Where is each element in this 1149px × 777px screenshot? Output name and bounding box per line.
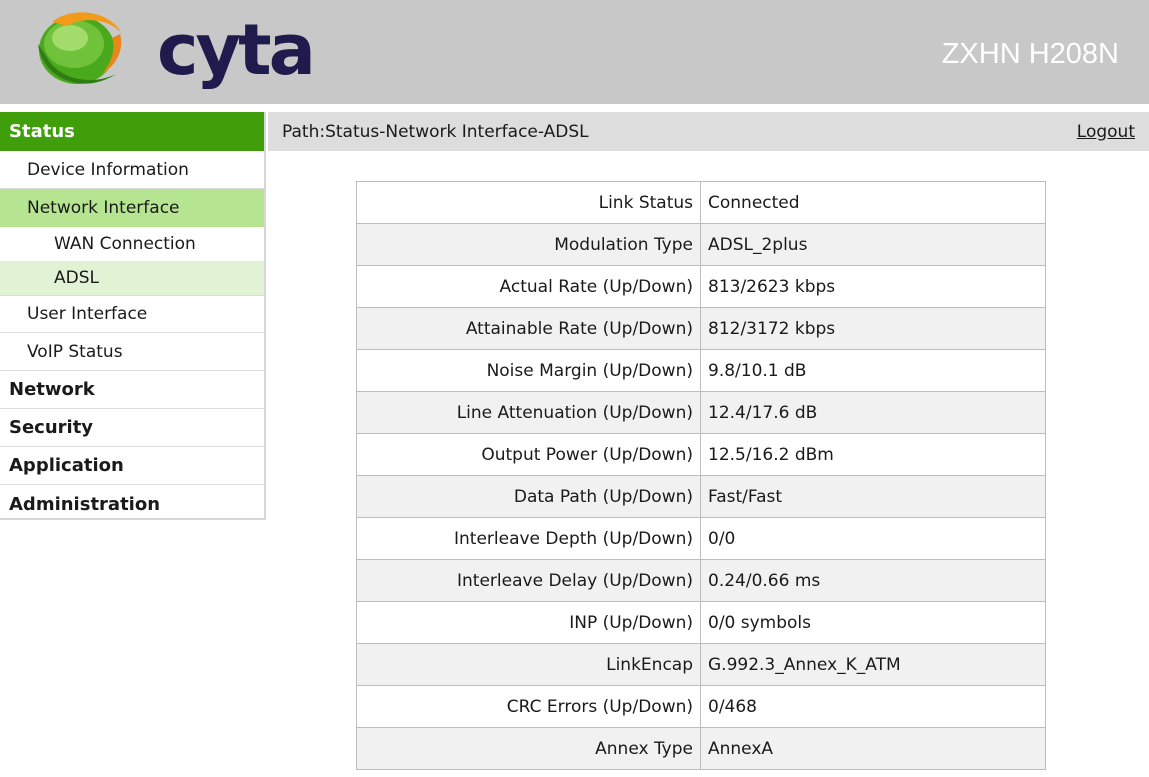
row-label: INP (Up/Down) (356, 601, 701, 644)
cyta-logo: cyta (32, 4, 316, 100)
row-label: Data Path (Up/Down) (356, 475, 701, 518)
nav-administration[interactable]: Administration (0, 485, 264, 523)
row-value: Fast/Fast (700, 475, 1046, 518)
nav-adsl[interactable]: ADSL (0, 261, 264, 295)
nav-device-information[interactable]: Device Information (0, 151, 264, 189)
row-label: Modulation Type (356, 223, 701, 266)
row-label: Line Attenuation (Up/Down) (356, 391, 701, 434)
breadcrumb: Path:Status-Network Interface-ADSL (282, 121, 589, 142)
nav-security[interactable]: Security (0, 409, 264, 447)
row-value: 12.4/17.6 dB (700, 391, 1046, 434)
row-value: 0/0 symbols (700, 601, 1046, 644)
row-value: 0/0 (700, 517, 1046, 560)
row-label: Interleave Delay (Up/Down) (356, 559, 701, 602)
header-separator (0, 104, 1149, 111)
row-value: 812/3172 kbps (700, 307, 1046, 350)
row-label: Output Power (Up/Down) (356, 433, 701, 476)
row-value: 0.24/0.66 ms (700, 559, 1046, 602)
row-value: 813/2623 kbps (700, 265, 1046, 308)
table-row: Output Power (Up/Down) 12.5/16.2 dBm (356, 433, 1046, 476)
table-row: Data Path (Up/Down) Fast/Fast (356, 475, 1046, 518)
logout-link[interactable]: Logout (1077, 122, 1135, 142)
table-row: Annex Type AnnexA (356, 727, 1046, 770)
row-label: Link Status (356, 181, 701, 224)
nav-status[interactable]: Status (0, 112, 264, 151)
cyta-globe-icon (38, 12, 122, 84)
row-value: G.992.3_Annex_K_ATM (700, 643, 1046, 686)
table-row: INP (Up/Down) 0/0 symbols (356, 601, 1046, 644)
row-value: ADSL_2plus (700, 223, 1046, 266)
row-label: Attainable Rate (Up/Down) (356, 307, 701, 350)
row-value: 0/468 (700, 685, 1046, 728)
nav-voip-status[interactable]: VoIP Status (0, 333, 264, 371)
row-label: Interleave Depth (Up/Down) (356, 517, 701, 560)
table-row: Interleave Depth (Up/Down) 0/0 (356, 517, 1046, 560)
sidebar-nav: Status Device Information Network Interf… (0, 112, 266, 520)
table-row: Attainable Rate (Up/Down) 812/3172 kbps (356, 307, 1046, 350)
table-row: LinkEncap G.992.3_Annex_K_ATM (356, 643, 1046, 686)
header-bar: cyta ZXHN H208N (0, 0, 1149, 104)
row-value: Connected (700, 181, 1046, 224)
nav-wan-connection[interactable]: WAN Connection (0, 227, 264, 261)
table-row: Link Status Connected (356, 181, 1046, 224)
table-row: Line Attenuation (Up/Down) 12.4/17.6 dB (356, 391, 1046, 434)
row-label: CRC Errors (Up/Down) (356, 685, 701, 728)
table-row: Noise Margin (Up/Down) 9.8/10.1 dB (356, 349, 1046, 392)
brand-wordmark: cyta (157, 9, 316, 91)
nav-application[interactable]: Application (0, 447, 264, 485)
row-label: LinkEncap (356, 643, 701, 686)
row-label: Actual Rate (Up/Down) (356, 265, 701, 308)
model-name: ZXHN H208N (941, 38, 1119, 70)
nav-user-interface[interactable]: User Interface (0, 295, 264, 333)
row-label: Annex Type (356, 727, 701, 770)
table-row: Interleave Delay (Up/Down) 0.24/0.66 ms (356, 559, 1046, 602)
breadcrumb-bar: Path:Status-Network Interface-ADSL Logou… (268, 112, 1149, 151)
row-value: 12.5/16.2 dBm (700, 433, 1046, 476)
table-row: Actual Rate (Up/Down) 813/2623 kbps (356, 265, 1046, 308)
nav-network-interface[interactable]: Network Interface (0, 189, 264, 227)
nav-network[interactable]: Network (0, 371, 264, 409)
row-value: 9.8/10.1 dB (700, 349, 1046, 392)
adsl-status-table: Link Status Connected Modulation Type ADSL_… (356, 181, 1046, 770)
table-row: Modulation Type ADSL_2plus (356, 223, 1046, 266)
row-label: Noise Margin (Up/Down) (356, 349, 701, 392)
table-row: CRC Errors (Up/Down) 0/468 (356, 685, 1046, 728)
row-value: AnnexA (700, 727, 1046, 770)
